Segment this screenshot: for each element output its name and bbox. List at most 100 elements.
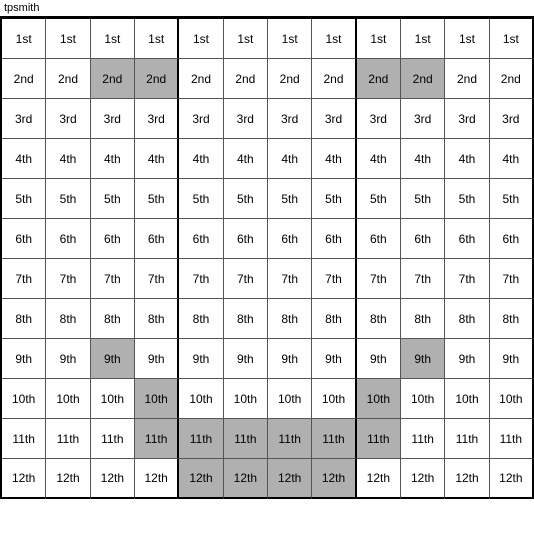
table-row: 1st (2, 19, 46, 59)
table-row: 9th (401, 339, 445, 379)
table-row: 7th (490, 259, 534, 299)
table-row: 8th (46, 299, 90, 339)
table-row: 8th (445, 299, 489, 339)
table-row: 2nd (268, 59, 312, 99)
table-row: 9th (46, 339, 90, 379)
table-row: 1st (91, 19, 135, 59)
table-row: 3rd (46, 99, 90, 139)
table-row: 11th (46, 419, 90, 459)
table-row: 10th (401, 379, 445, 419)
table-row: 7th (2, 259, 46, 299)
table-row: 7th (401, 259, 445, 299)
table-row: 2nd (2, 59, 46, 99)
table-row: 12th (401, 459, 445, 499)
table-row: 11th (2, 419, 46, 459)
table-row: 6th (224, 219, 268, 259)
table-row: 12th (46, 459, 90, 499)
table-row: 11th (135, 419, 179, 459)
table-row: 7th (91, 259, 135, 299)
table-row: 11th (490, 419, 534, 459)
table-row: 5th (224, 179, 268, 219)
table-row: 8th (268, 299, 312, 339)
table-row: 5th (445, 179, 489, 219)
table-row: 4th (490, 139, 534, 179)
table-row: 2nd (224, 59, 268, 99)
table-row: 4th (312, 139, 356, 179)
table-row: 7th (135, 259, 179, 299)
table-row: 4th (445, 139, 489, 179)
table-row: 4th (401, 139, 445, 179)
table-row: 4th (357, 139, 401, 179)
table-row: 5th (268, 179, 312, 219)
table-row: 8th (135, 299, 179, 339)
table-row: 3rd (2, 99, 46, 139)
table-row: 5th (401, 179, 445, 219)
table-row: 11th (91, 419, 135, 459)
app-title: tpsmith (4, 2, 39, 14)
table-row: 9th (179, 339, 223, 379)
table-row: 9th (490, 339, 534, 379)
table-row: 10th (312, 379, 356, 419)
table-row: 6th (179, 219, 223, 259)
table-row: 10th (490, 379, 534, 419)
table-row: 1st (401, 19, 445, 59)
table-row: 12th (179, 459, 223, 499)
table-row: 3rd (224, 99, 268, 139)
table-row: 10th (224, 379, 268, 419)
table-row: 7th (268, 259, 312, 299)
table-row: 11th (445, 419, 489, 459)
table-row: 10th (357, 379, 401, 419)
table-row: 9th (2, 339, 46, 379)
table-row: 2nd (46, 59, 90, 99)
table-row: 5th (2, 179, 46, 219)
title-bar: tpsmith (0, 0, 534, 17)
table-row: 5th (46, 179, 90, 219)
table-row: 5th (490, 179, 534, 219)
table-row: 4th (135, 139, 179, 179)
table-row: 12th (91, 459, 135, 499)
table-row: 9th (445, 339, 489, 379)
table-row: 4th (2, 139, 46, 179)
table-row: 8th (91, 299, 135, 339)
table-row: 12th (357, 459, 401, 499)
table-row: 1st (179, 19, 223, 59)
table-row: 3rd (135, 99, 179, 139)
table-row: 8th (401, 299, 445, 339)
table-row: 4th (91, 139, 135, 179)
table-row: 2nd (179, 59, 223, 99)
table-row: 10th (179, 379, 223, 419)
table-row: 5th (357, 179, 401, 219)
table-row: 12th (224, 459, 268, 499)
table-row: 2nd (445, 59, 489, 99)
table-row: 6th (46, 219, 90, 259)
table-row: 1st (357, 19, 401, 59)
table-row: 11th (224, 419, 268, 459)
table-row: 2nd (357, 59, 401, 99)
table-row: 6th (401, 219, 445, 259)
table-row: 5th (135, 179, 179, 219)
table-row: 3rd (268, 99, 312, 139)
table-row: 10th (46, 379, 90, 419)
table-row: 8th (490, 299, 534, 339)
table-row: 3rd (179, 99, 223, 139)
table-row: 1st (46, 19, 90, 59)
table-row: 10th (135, 379, 179, 419)
table-row: 4th (179, 139, 223, 179)
table-row: 4th (46, 139, 90, 179)
table-row: 12th (312, 459, 356, 499)
table-row: 7th (445, 259, 489, 299)
table-row: 4th (224, 139, 268, 179)
table-row: 9th (91, 339, 135, 379)
table-row: 8th (179, 299, 223, 339)
table-row: 10th (2, 379, 46, 419)
table-row: 1st (445, 19, 489, 59)
table-row: 6th (445, 219, 489, 259)
table-row: 2nd (401, 59, 445, 99)
table-row: 3rd (357, 99, 401, 139)
table-row: 3rd (312, 99, 356, 139)
table-row: 9th (224, 339, 268, 379)
table-row: 3rd (490, 99, 534, 139)
table-row: 7th (312, 259, 356, 299)
table-row: 5th (312, 179, 356, 219)
table-row: 7th (224, 259, 268, 299)
